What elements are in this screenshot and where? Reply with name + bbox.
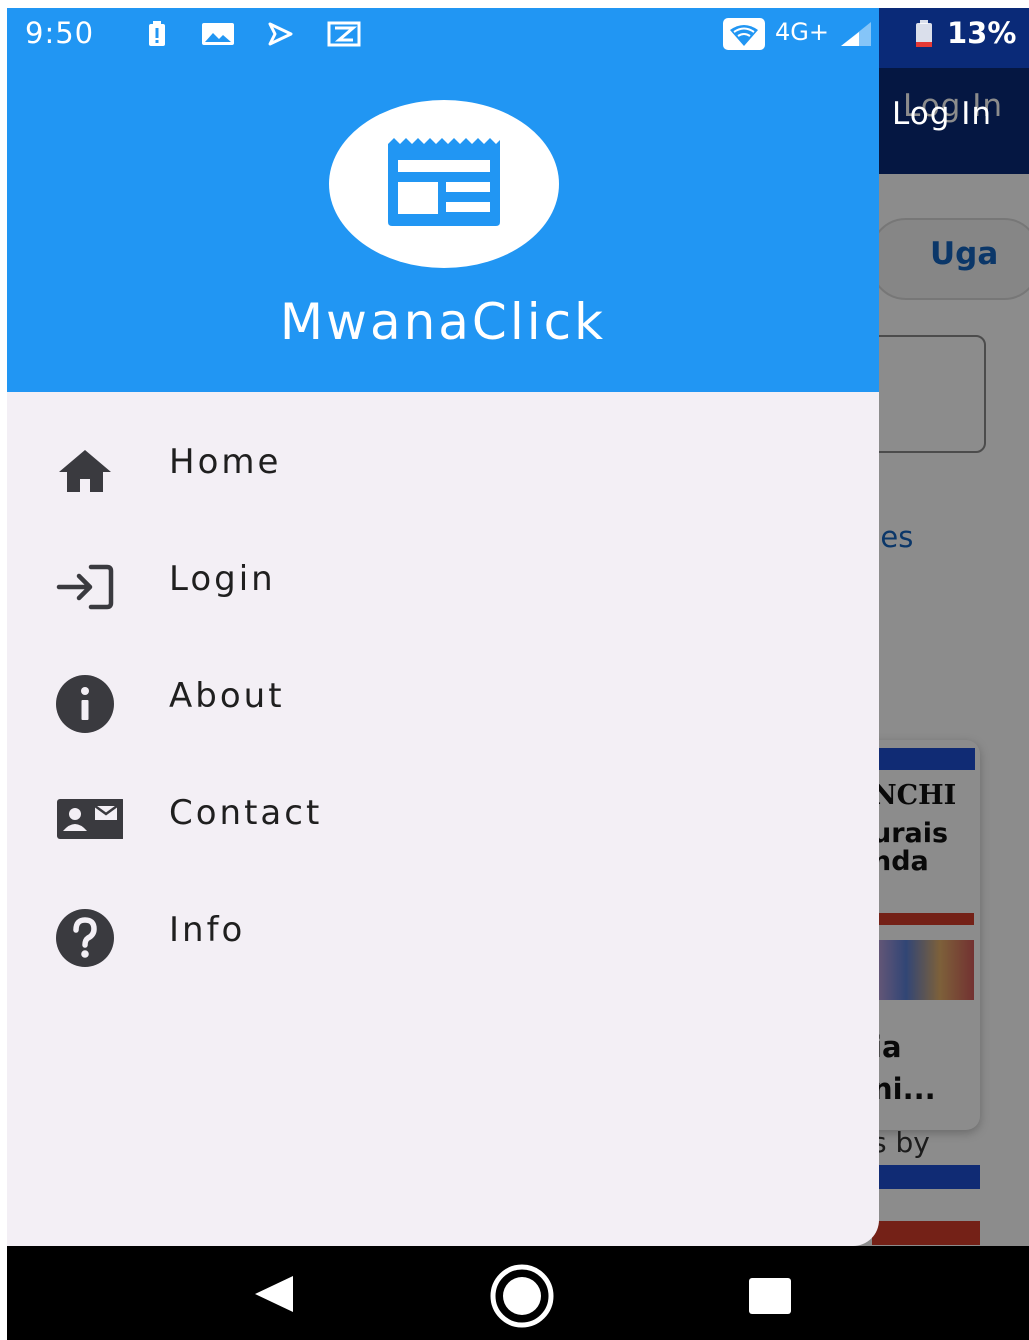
menu-item-contact[interactable]: Contact (7, 771, 879, 867)
menu-item-label: Contact (169, 793, 323, 833)
help-circle-icon (56, 909, 114, 967)
app-logo (329, 100, 559, 268)
battery-alert-icon (149, 21, 165, 46)
newspaper-icon (388, 138, 500, 226)
home-icon (59, 450, 111, 492)
navigation-drawer: MwanaClick Home Login About Contact Info (7, 8, 879, 1246)
menu-item-label: About (169, 676, 285, 716)
back-button[interactable] (227, 1246, 317, 1340)
play-store-icon (268, 22, 293, 46)
menu-item-label: Login (169, 559, 276, 599)
recents-square-icon (749, 1278, 791, 1314)
menu-item-label: Info (169, 910, 246, 950)
home-button[interactable] (477, 1246, 567, 1340)
home-circle-icon (490, 1264, 554, 1328)
status-time: 9:50 (25, 16, 95, 50)
login-action-label[interactable]: Log In (892, 96, 992, 132)
back-triangle-icon (255, 1276, 293, 1312)
login-icon (56, 564, 114, 610)
app-notification-icon (327, 21, 361, 47)
signal-icon (841, 22, 871, 46)
image-icon (202, 23, 234, 45)
battery-icon (916, 20, 932, 47)
menu-item-login[interactable]: Login (7, 537, 879, 633)
drawer-header: MwanaClick (7, 8, 879, 392)
network-type: 4G+ (775, 18, 829, 46)
menu-item-home[interactable]: Home (7, 420, 879, 516)
menu-item-about[interactable]: About (7, 654, 879, 750)
wifi-icon (723, 18, 765, 50)
app-name: MwanaClick (279, 293, 607, 351)
info-circle-icon (56, 675, 114, 733)
contact-card-icon (57, 799, 123, 839)
battery-percentage: 13% (947, 16, 1017, 50)
menu-item-label: Home (169, 442, 282, 482)
menu-item-info[interactable]: Info (7, 888, 879, 984)
recents-button[interactable] (725, 1246, 815, 1340)
system-navigation-bar (7, 1246, 1029, 1340)
status-bar: 9:50 4G+ 13% (7, 8, 1029, 62)
